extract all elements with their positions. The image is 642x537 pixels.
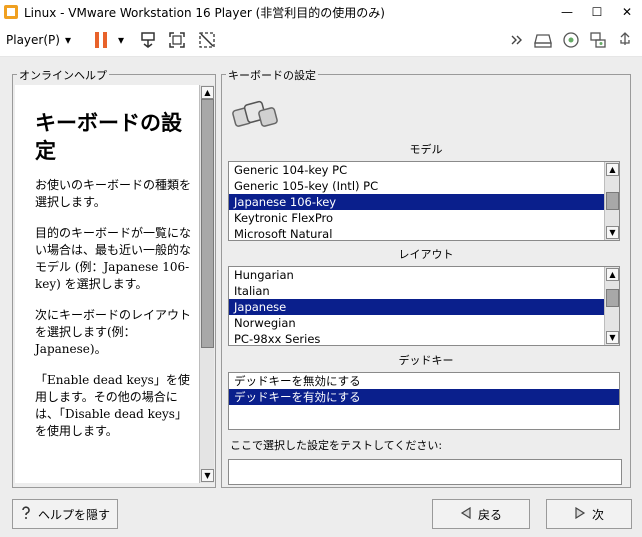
scroll-down-arrow-icon[interactable]: ▼: [606, 226, 619, 239]
overflow-chevron-icon[interactable]: [506, 24, 528, 56]
player-menu-arrow: ▾: [64, 33, 71, 47]
layout-list[interactable]: Hungarian Italian Japanese Norwegian PC-…: [228, 266, 620, 346]
help-scrollbar[interactable]: ▲ ▼: [199, 85, 214, 483]
scroll-up-arrow-icon[interactable]: ▲: [606, 163, 619, 176]
model-list[interactable]: Generic 104-key PC Generic 105-key (Intl…: [228, 161, 620, 241]
model-scrollbar[interactable]: ▲ ▼: [604, 162, 619, 240]
model-scroll-thumb[interactable]: [606, 192, 619, 210]
help-icon: [20, 505, 32, 523]
send-ctrl-alt-del-icon[interactable]: [137, 24, 159, 56]
online-help-panel: オンラインヘルプ キーボードの設定 お使いのキーボードの種類を選択します。 目的…: [12, 67, 216, 488]
next-button[interactable]: 次: [546, 499, 632, 529]
help-paragraph-3: 次にキーボードのレイアウトを選択します(例：Japanese)。: [35, 308, 192, 356]
keyboard-settings-panel: キーボードの設定 モデル Generic 104-key PC Generic …: [221, 67, 631, 488]
cd-dvd-icon[interactable]: [560, 24, 582, 56]
list-item[interactable]: Keytronic FlexPro: [229, 210, 604, 226]
scroll-up-arrow-icon[interactable]: ▲: [606, 268, 619, 281]
hard-disk-icon[interactable]: [532, 24, 554, 56]
list-item[interactable]: PC-98xx Series: [229, 331, 604, 345]
help-paragraph-1: お使いのキーボードの種類を選択します。: [35, 178, 192, 209]
next-arrow-icon: [574, 506, 586, 522]
hide-help-button[interactable]: ヘルプを隠す: [12, 499, 118, 529]
back-arrow-icon: [460, 506, 472, 522]
online-help-title: オンラインヘルプ: [17, 67, 109, 83]
list-item-selected[interactable]: Japanese 106-key: [229, 194, 604, 210]
list-item[interactable]: デッドキーを無効にする: [229, 373, 619, 389]
unity-icon[interactable]: [196, 24, 218, 56]
fullscreen-icon[interactable]: [166, 24, 188, 56]
scroll-down-arrow-icon[interactable]: ▼: [201, 469, 214, 482]
list-item-selected[interactable]: Japanese: [229, 299, 604, 315]
next-label: 次: [591, 507, 604, 522]
list-item-selected[interactable]: デッドキーを有効にする: [229, 389, 619, 405]
toolbar: Player(P) ▾ ▾: [0, 24, 642, 57]
keyboard-icon: [230, 95, 280, 135]
deadkey-list[interactable]: デッドキーを無効にする デッドキーを有効にする: [228, 372, 620, 430]
list-item[interactable]: Norwegian: [229, 315, 604, 331]
help-content: キーボードの設定 お使いのキーボードの種類を選択します。 目的のキーボードが一覧…: [15, 85, 199, 483]
maximize-button[interactable]: ☐: [582, 0, 612, 24]
scroll-up-arrow-icon[interactable]: ▲: [201, 86, 214, 99]
scroll-down-arrow-icon[interactable]: ▼: [606, 331, 619, 344]
list-item[interactable]: Italian: [229, 283, 604, 299]
pause-menu-arrow[interactable]: ▾: [116, 24, 126, 56]
test-input-field[interactable]: [228, 459, 622, 485]
model-label: モデル: [409, 143, 443, 156]
layout-scrollbar[interactable]: ▲ ▼: [604, 267, 619, 345]
usb-icon[interactable]: [614, 24, 636, 56]
player-menu[interactable]: Player(P) ▾: [6, 24, 71, 56]
help-heading: キーボードの設定: [35, 110, 182, 163]
list-item[interactable]: Hungarian: [229, 267, 604, 283]
deadkey-label: デッドキー: [398, 354, 454, 367]
player-menu-label: Player(P): [6, 33, 60, 47]
vmware-app-icon: [4, 5, 18, 19]
keyboard-settings-title: キーボードの設定: [226, 67, 318, 83]
layout-label: レイアウト: [398, 248, 454, 261]
list-item[interactable]: Generic 104-key PC: [229, 162, 604, 178]
list-item[interactable]: Generic 105-key (Intl) PC: [229, 178, 604, 194]
list-item[interactable]: Microsoft Natural: [229, 226, 604, 240]
vm-display: オンラインヘルプ キーボードの設定 お使いのキーボードの種類を選択します。 目的…: [0, 57, 642, 537]
back-button[interactable]: 戻る: [432, 499, 530, 529]
minimize-button[interactable]: —: [552, 0, 582, 24]
layout-scroll-thumb[interactable]: [606, 289, 619, 307]
back-label: 戻る: [477, 507, 502, 522]
help-paragraph-2: 目的のキーボードが一覧にない場合は、最も近い一般的なモデル (例：Japanes…: [35, 226, 192, 291]
hide-help-label: ヘルプを隠す: [37, 507, 110, 522]
test-label: ここで選択した設定をテストしてください:: [230, 439, 443, 452]
title-bar: Linux - VMware Workstation 16 Player (非営…: [0, 0, 642, 24]
window-title: Linux - VMware Workstation 16 Player (非営…: [24, 5, 385, 20]
network-adapter-icon[interactable]: [587, 24, 609, 56]
help-paragraph-4: 「Enable dead keys」を使用します。その他の場合には、「Disab…: [35, 373, 190, 438]
pause-icon[interactable]: [92, 24, 110, 56]
help-scroll-thumb[interactable]: [201, 99, 214, 348]
close-button[interactable]: ✕: [612, 0, 642, 24]
